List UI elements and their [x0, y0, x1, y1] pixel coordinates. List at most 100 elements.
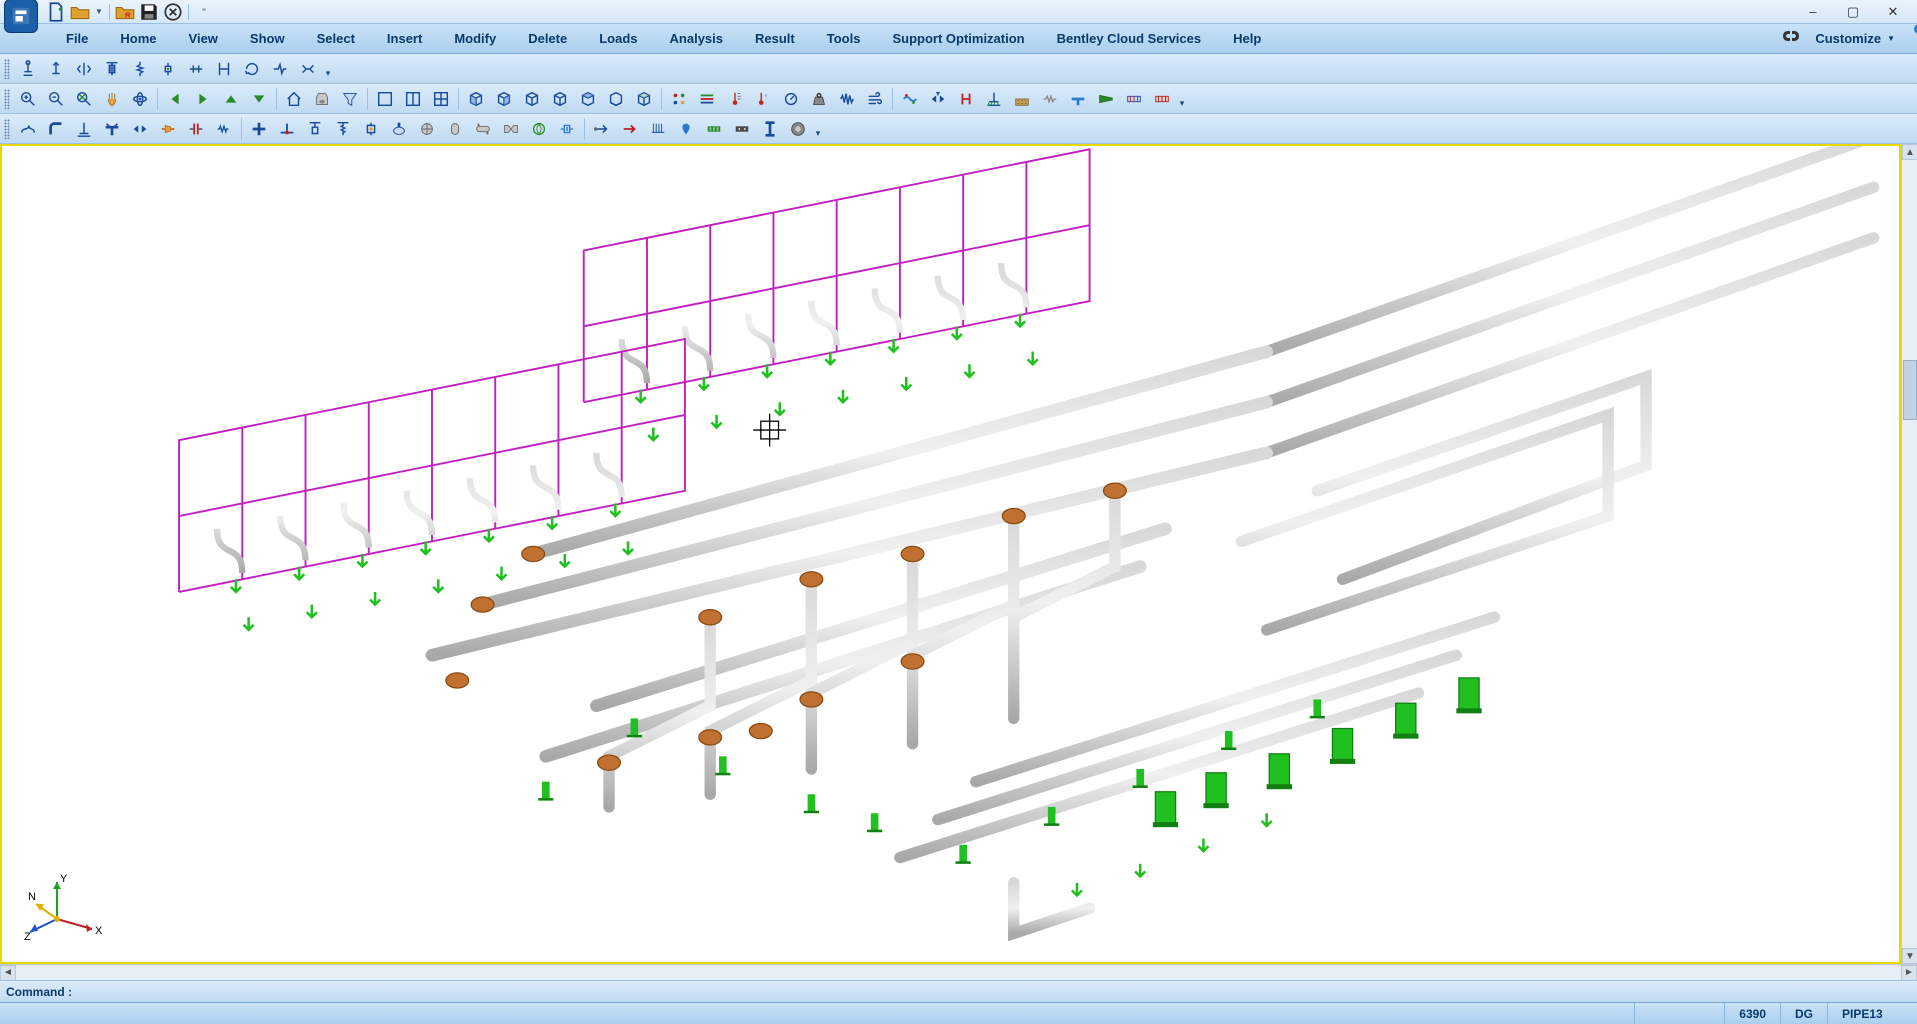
left-arrow-icon[interactable]	[162, 86, 188, 112]
save-icon[interactable]	[138, 2, 160, 22]
wind-icon[interactable]	[862, 86, 888, 112]
menu-tools[interactable]: Tools	[811, 24, 877, 53]
reducer-insert-icon[interactable]	[155, 116, 181, 142]
scroll-left-icon[interactable]: ◄	[0, 965, 16, 981]
nozzle-icon[interactable]	[386, 116, 412, 142]
weight-icon[interactable]	[806, 86, 832, 112]
zoom-in-icon[interactable]	[15, 86, 41, 112]
menu-view[interactable]: View	[173, 24, 234, 53]
camera-icon[interactable]	[309, 86, 335, 112]
new-file-icon[interactable]	[45, 2, 67, 22]
branch-icon[interactable]	[274, 116, 300, 142]
elbow-icon[interactable]	[43, 116, 69, 142]
toolbar-grip[interactable]	[4, 59, 10, 79]
pump-icon[interactable]	[414, 116, 440, 142]
menu-insert[interactable]: Insert	[371, 24, 438, 53]
close-icon[interactable]	[162, 2, 184, 22]
show-element-icon[interactable]	[694, 86, 720, 112]
line-stop-icon[interactable]	[183, 56, 209, 82]
menu-modify[interactable]: Modify	[438, 24, 512, 53]
right-arrow-icon[interactable]	[190, 86, 216, 112]
cross-icon[interactable]	[246, 116, 272, 142]
bottom-view-icon[interactable]	[603, 86, 629, 112]
recent-file-icon[interactable]: R	[114, 2, 136, 22]
rotational-icon[interactable]	[239, 56, 265, 82]
spring-icon[interactable]	[127, 56, 153, 82]
limit-stop-icon[interactable]	[211, 56, 237, 82]
menu-support-optimization[interactable]: Support Optimization	[876, 24, 1040, 53]
close-button[interactable]: ✕	[1873, 0, 1913, 24]
turbine-icon[interactable]	[498, 116, 524, 142]
orbit-icon[interactable]	[127, 86, 153, 112]
horizontal-scrollbar[interactable]: ◄ ►	[0, 964, 1917, 980]
anchor-icon[interactable]	[15, 56, 41, 82]
force-icon[interactable]	[617, 116, 643, 142]
top-view-icon[interactable]	[575, 86, 601, 112]
displacement-icon[interactable]	[589, 116, 615, 142]
pipe-run-icon[interactable]	[15, 116, 41, 142]
scroll-thumb[interactable]	[1903, 360, 1917, 420]
vessel-icon[interactable]	[442, 116, 468, 142]
zoom-extents-icon[interactable]	[71, 86, 97, 112]
command-bar[interactable]: Command :	[0, 980, 1917, 1002]
spring-hanger-icon[interactable]	[99, 56, 125, 82]
back-view-icon[interactable]	[491, 86, 517, 112]
zoom-out-icon[interactable]	[43, 86, 69, 112]
scroll-track[interactable]	[1902, 160, 1917, 948]
left-view-icon[interactable]	[519, 86, 545, 112]
support-icon[interactable]	[981, 86, 1007, 112]
pressure-icon[interactable]	[778, 86, 804, 112]
tie-link-icon[interactable]	[295, 56, 321, 82]
down-arrow-icon[interactable]	[246, 86, 272, 112]
two-pane-icon[interactable]	[400, 86, 426, 112]
temperature-icon[interactable]	[722, 86, 748, 112]
section-prop-icon[interactable]	[757, 116, 783, 142]
toolbar-grip[interactable]	[4, 89, 10, 109]
spring-insert-icon[interactable]	[330, 116, 356, 142]
seismic-icon[interactable]	[834, 86, 860, 112]
scroll-down-icon[interactable]: ▼	[1902, 948, 1917, 964]
front-view-icon[interactable]	[463, 86, 489, 112]
user-sif-icon[interactable]	[267, 56, 293, 82]
pipe-prop-icon[interactable]	[729, 116, 755, 142]
app-icon[interactable]	[4, 0, 38, 33]
flange-icon[interactable]	[953, 86, 979, 112]
up-arrow-icon[interactable]	[218, 86, 244, 112]
exchanger-icon[interactable]	[470, 116, 496, 142]
home-view-icon[interactable]	[281, 86, 307, 112]
menu-help[interactable]: Help	[1217, 24, 1277, 53]
anchor-point-icon[interactable]	[71, 116, 97, 142]
snubber-icon[interactable]	[155, 56, 181, 82]
menu-file[interactable]: File	[50, 24, 104, 53]
rigid-icon[interactable]	[1149, 86, 1175, 112]
vstop-icon[interactable]	[43, 56, 69, 82]
soil-icon[interactable]	[1009, 86, 1035, 112]
scroll-right-icon[interactable]: ►	[1901, 965, 1917, 981]
wind-load-icon[interactable]	[673, 116, 699, 142]
single-pane-icon[interactable]	[372, 86, 398, 112]
reducer-icon[interactable]	[1093, 86, 1119, 112]
snubber-insert-icon[interactable]	[358, 116, 384, 142]
compressor-icon[interactable]	[526, 116, 552, 142]
pan-icon[interactable]	[99, 86, 125, 112]
toolbar-grip[interactable]	[4, 119, 10, 139]
toolbar-overflow-icon[interactable]: ▾	[322, 56, 334, 82]
vertical-scrollbar[interactable]: ▲ ▼	[1901, 144, 1917, 964]
scroll-track[interactable]	[16, 965, 1901, 981]
valve-icon[interactable]	[925, 86, 951, 112]
menu-result[interactable]: Result	[739, 24, 811, 53]
toolbar-overflow-icon[interactable]: ▾	[812, 116, 824, 142]
iso-view-icon[interactable]	[631, 86, 657, 112]
menu-analysis[interactable]: Analysis	[654, 24, 739, 53]
user-icon[interactable]	[1903, 30, 1909, 48]
menu-delete[interactable]: Delete	[512, 24, 583, 53]
tee-icon[interactable]	[1065, 86, 1091, 112]
toolbar-overflow-icon[interactable]: ▾	[1176, 86, 1188, 112]
flange-insert-icon[interactable]	[183, 116, 209, 142]
menu-select[interactable]: Select	[301, 24, 371, 53]
menu-bentley-cloud-services[interactable]: Bentley Cloud Services	[1041, 24, 1218, 53]
customize-button[interactable]: Customize ▼	[1807, 31, 1903, 46]
open-file-icon[interactable]	[69, 2, 91, 22]
maximize-button[interactable]: ▢	[1833, 0, 1873, 24]
filter-icon[interactable]	[337, 86, 363, 112]
